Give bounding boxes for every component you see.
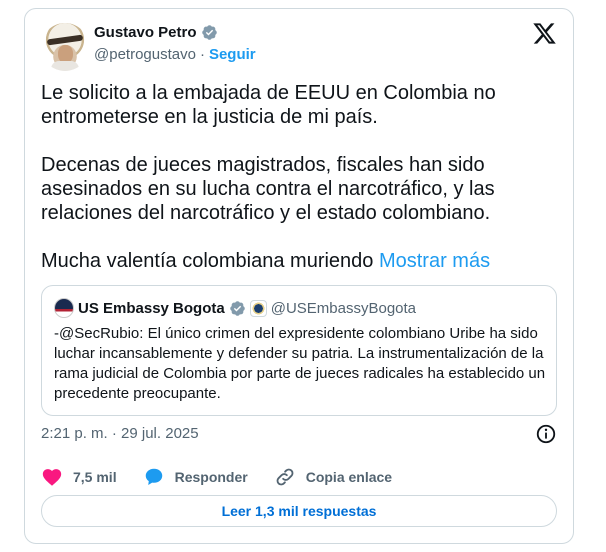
tweet-card: Gustavo Petro @petrogustavo · Seguir Le … (24, 8, 574, 544)
link-icon (276, 468, 294, 486)
verified-badge-icon (201, 25, 217, 40)
read-replies-button[interactable]: Leer 1,3 mil respuestas (41, 495, 557, 527)
copy-link-label: Copia enlace (305, 469, 393, 485)
tweet-timestamp[interactable]: 2:21 p. m. · 29 jul. 2025 (41, 425, 199, 442)
quoted-author-avatar (54, 298, 74, 318)
copy-link-button[interactable]: Copia enlace (274, 466, 392, 488)
affiliation-seal-icon (249, 299, 267, 317)
quoted-tweet-header: US Embassy Bogota @USEmbassyBogota (54, 298, 416, 318)
quoted-tweet[interactable]: US Embassy Bogota @USEmbassyBogota -@Sec… (41, 285, 557, 416)
tweet-text: Le solicito a la embajada de EEUU en Col… (41, 82, 496, 272)
info-icon[interactable] (535, 423, 557, 445)
tweet-header: Gustavo Petro @petrogustavo · Seguir (41, 21, 559, 71)
author-avatar[interactable] (41, 23, 89, 71)
quoted-tweet-text: -@SecRubio: El único crimen del expresid… (54, 325, 546, 402)
show-more-link[interactable]: Mostrar más (379, 250, 490, 272)
quoted-author-handle: @USEmbassyBogota (270, 299, 417, 317)
handle-separator: · (199, 46, 205, 63)
quoted-verified-badge-icon (229, 300, 245, 316)
x-logo-icon[interactable] (532, 21, 557, 46)
quoted-author-name: US Embassy Bogota (78, 299, 225, 317)
author-handle-line: @petrogustavo · Seguir (94, 46, 256, 63)
heart-icon (42, 469, 62, 486)
author-name-line: Gustavo Petro (94, 24, 218, 41)
action-bar: 7,5 mil Responder Copia enlace (41, 464, 418, 490)
author-name[interactable]: Gustavo Petro (94, 24, 197, 41)
avatar-hat (46, 34, 84, 46)
follow-button[interactable]: Seguir (209, 46, 256, 63)
tweet-body: Le solicito a la embajada de EEUU en Col… (41, 81, 559, 273)
reply-bubble-icon (145, 468, 162, 485)
like-button[interactable]: 7,5 mil (41, 466, 117, 488)
reply-button[interactable]: Responder (143, 466, 248, 488)
reply-label: Responder (174, 469, 248, 485)
like-count: 7,5 mil (73, 469, 117, 485)
avatar-shirt (51, 61, 79, 71)
author-handle[interactable]: @petrogustavo (94, 46, 196, 63)
